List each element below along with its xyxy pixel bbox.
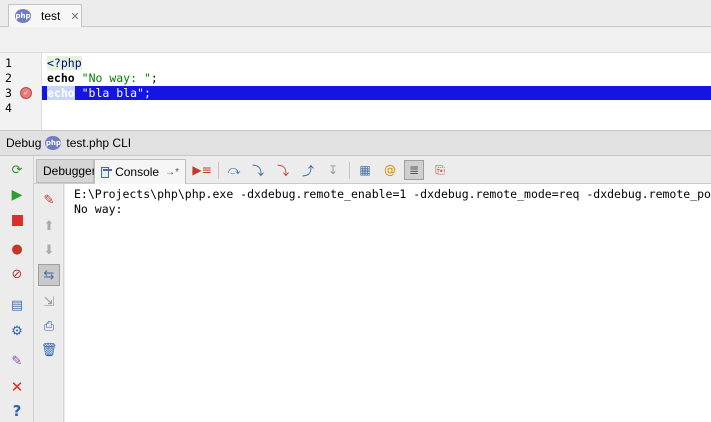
pin-icon[interactable]: ✎ <box>9 354 25 370</box>
clear-icon[interactable]: ⎘ <box>432 162 448 178</box>
rerun-icon[interactable]: ⟳ <box>9 163 25 179</box>
code-token: echo <box>47 71 75 85</box>
debug-toolwindow-header: Debug php test.php CLI <box>0 130 711 156</box>
up-arrow-icon[interactable]: ⬆ <box>41 218 57 234</box>
editor-tab-label: test <box>41 9 61 23</box>
down-arrow-icon[interactable]: ⬇ <box>41 242 57 258</box>
trash-icon[interactable]: 🗑 <box>41 342 58 358</box>
editor-tab-test[interactable]: php test ✕ <box>8 4 82 27</box>
close-icon[interactable]: ✕ <box>9 379 25 395</box>
toolbar-separator <box>218 162 219 179</box>
editor-breadcrumb-strip <box>0 27 711 53</box>
code-line[interactable]: 1 <?php <box>0 56 711 70</box>
console-icon <box>101 166 113 178</box>
clear-all-icon[interactable]: ✎ <box>41 192 57 208</box>
restore-layout-icon[interactable]: ▤ <box>9 298 25 314</box>
console-line: E:\Projects\php\php.exe -dxdebug.remote_… <box>74 187 711 201</box>
show-execution-point-icon[interactable]: ▶≡ <box>192 162 211 178</box>
tab-debugger-label: Debugger <box>43 164 96 178</box>
code-token: ; <box>150 71 158 85</box>
code-token: "bla bla"; <box>74 86 151 100</box>
code-token: <?php <box>47 56 82 70</box>
print-icon[interactable]: ⎙ <box>41 318 57 334</box>
php-file-icon: php <box>45 136 62 150</box>
settings-icon[interactable]: ⚙ <box>9 324 25 340</box>
watch-icon[interactable]: @ <box>382 162 398 178</box>
force-step-into-icon[interactable]: ⤵ <box>275 162 291 178</box>
evaluate-expression-icon[interactable]: ▦ <box>357 162 373 178</box>
line-number: 4 <box>5 101 12 115</box>
line-number: 1 <box>5 56 12 70</box>
breakpoint-icon[interactable]: ✓ <box>20 87 32 99</box>
step-out-icon[interactable]: ⤴ <box>300 162 316 178</box>
debug-tabs-toolbar: Debugger Console →* ▶≡ ⤼ ⤵ ⤵ ⤴ ↧ ▦ @ ≣ ⎘ <box>34 156 711 184</box>
debug-session-tab[interactable]: test.php CLI <box>66 136 131 150</box>
code-text: echo "bla bla"; <box>47 86 151 100</box>
scroll-to-end-icon[interactable]: ⇲ <box>41 294 57 310</box>
code-line[interactable]: 2 echo "No way: "; <box>0 71 711 85</box>
php-file-icon: php <box>15 9 31 23</box>
line-number: 3 <box>5 86 12 100</box>
step-into-icon[interactable]: ⤵ <box>250 162 266 178</box>
tab-console[interactable]: Console →* <box>94 159 186 184</box>
stop-icon[interactable] <box>9 212 25 228</box>
tab-pin-icon[interactable]: →* <box>165 167 179 178</box>
use-soft-wraps-icon[interactable]: ⇆ <box>38 264 60 286</box>
mute-breakpoints-icon[interactable]: ⊘ <box>9 267 25 283</box>
resume-icon[interactable]: ▶ <box>9 187 25 203</box>
debug-content: Debugger Console →* ▶≡ ⤼ ⤵ ⤵ ⤴ ↧ ▦ @ ≣ ⎘… <box>34 156 711 422</box>
toolbar-separator <box>349 162 350 179</box>
tab-console-label: Console <box>115 165 160 179</box>
soft-wrap-icon[interactable]: ≣ <box>404 160 424 180</box>
editor-tab-bar: php test ✕ <box>0 0 711 27</box>
line-number: 2 <box>5 71 12 85</box>
view-breakpoints-icon[interactable]: ● <box>9 242 25 258</box>
code-text: echo "No way: "; <box>47 71 158 85</box>
console-side-toolbar: ✎ ⬆ ⬇ ⇆ ⇲ ⎙ 🗑 <box>34 184 64 422</box>
close-icon[interactable]: ✕ <box>70 10 79 23</box>
tab-debugger[interactable]: Debugger <box>36 159 96 183</box>
console-line: No way: <box>74 202 123 216</box>
console-output[interactable]: E:\Projects\php\php.exe -dxdebug.remote_… <box>65 184 711 422</box>
code-line[interactable]: 3 ✓ echo "bla bla"; <box>0 86 711 100</box>
step-over-icon[interactable]: ⤼ <box>226 162 242 178</box>
debug-label: Debug <box>6 136 42 150</box>
run-to-cursor-icon[interactable]: ↧ <box>325 162 341 178</box>
code-token: "No way: " <box>81 71 151 85</box>
code-text: <?php <box>47 56 82 70</box>
code-token: echo <box>47 86 75 100</box>
code-line[interactable]: 4 <box>0 101 711 115</box>
help-icon[interactable]: ? <box>9 403 25 419</box>
debug-left-toolbar: ⟳ ▶ ● ⊘ ▤ ⚙ ✎ ✕ ? <box>0 156 34 422</box>
code-editor[interactable]: 1 <?php 2 echo "No way: "; 3 ✓ echo "bla bla";… <box>0 53 711 130</box>
